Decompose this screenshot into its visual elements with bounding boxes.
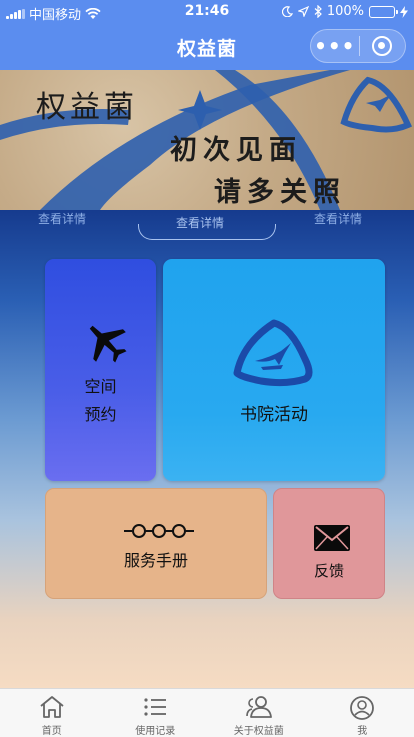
space-card-label-2: 预约	[84, 405, 117, 424]
status-right: 100%	[281, 4, 408, 19]
tab-about[interactable]: 关于权益菌	[207, 689, 311, 737]
user-icon	[350, 696, 375, 720]
tab-home[interactable]: 首页	[0, 689, 104, 737]
charging-icon	[400, 5, 408, 18]
moon-icon	[281, 6, 293, 17]
miniprogram-capsule: •••	[310, 29, 406, 63]
tab-me-label: 我	[357, 726, 368, 737]
tab-home-label: 首页	[41, 726, 62, 737]
list-icon	[144, 698, 167, 716]
space-card-label-1: 空间	[84, 377, 117, 396]
banner-line-3: 请多关照	[214, 177, 346, 208]
battery-percent: 100%	[326, 4, 364, 19]
details-link-2[interactable]: 查看详情	[176, 214, 224, 231]
bottom-tab-bar: 首页 使用记录 关于权益菌 我	[0, 688, 414, 737]
tab-usage-label: 使用记录	[135, 726, 176, 737]
manual-card-label: 服务手册	[123, 551, 188, 570]
status-bar: 中国移动 21:46 100%	[0, 0, 414, 24]
navigation-bar: 权益菌 •••	[0, 24, 414, 70]
banner-title: 权益菌	[36, 90, 138, 125]
details-tabs: 查看详情 查看详情 查看详情	[0, 208, 414, 240]
banner-carousel[interactable]: 权益菌 初次见面 请多关照	[0, 70, 414, 210]
glasses-icon	[124, 524, 194, 538]
capsule-close-button[interactable]	[359, 36, 405, 56]
academy-card-label: 书院活动	[240, 405, 308, 425]
details-link-3[interactable]: 查看详情	[314, 210, 362, 227]
feedback-card-label: 反馈	[313, 562, 344, 580]
people-icon	[245, 696, 272, 718]
academy-logo-icon	[233, 319, 313, 387]
jet-plane-icon	[89, 325, 127, 363]
capsule-close-icon	[372, 36, 393, 56]
bluetooth-icon	[314, 5, 322, 18]
tab-about-label: 关于权益菌	[233, 726, 284, 737]
feedback-card[interactable]: 反馈	[273, 488, 385, 599]
service-manual-card[interactable]: 服务手册	[45, 488, 267, 599]
details-link-1[interactable]: 查看详情	[38, 210, 86, 227]
tab-me[interactable]: 我	[311, 689, 414, 737]
academy-activities-card[interactable]: 书院活动	[163, 259, 385, 481]
banner-line-2: 初次见面	[170, 135, 302, 166]
tab-usage-records[interactable]: 使用记录	[104, 689, 208, 737]
space-booking-card[interactable]: 空间 预约	[45, 259, 156, 481]
battery-icon	[369, 5, 398, 18]
envelope-icon	[314, 525, 350, 551]
home-icon	[40, 696, 64, 718]
location-arrow-icon	[297, 6, 309, 17]
more-dots-icon[interactable]: •••	[311, 36, 359, 56]
